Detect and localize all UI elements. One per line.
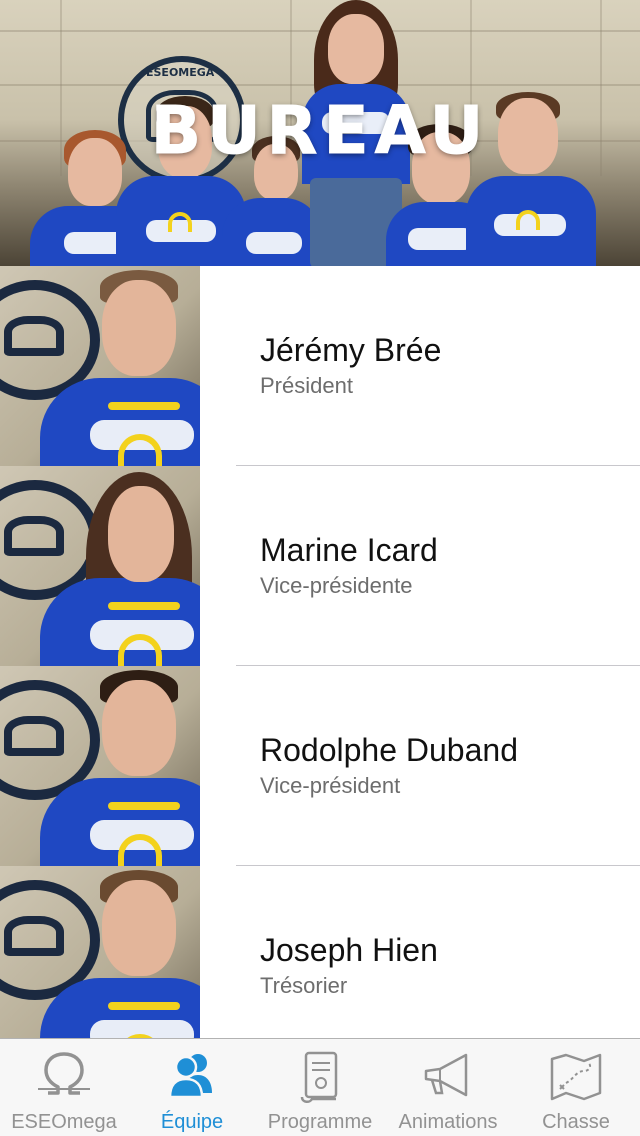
page-title: BUREAU	[150, 92, 490, 170]
member-photo	[0, 466, 200, 666]
tab-label: Programme	[267, 1111, 373, 1133]
member-name: Rodolphe Duband	[260, 732, 518, 768]
megaphone-icon	[424, 1053, 468, 1097]
tab-eseomega[interactable]: ESEOmega	[0, 1039, 128, 1136]
member-name: Joseph Hien	[260, 932, 438, 968]
tab-chasse[interactable]: Chasse	[512, 1039, 640, 1136]
member-photo	[0, 866, 200, 1038]
list-item-member[interactable]: Joseph Hien Trésorier	[0, 866, 640, 1038]
member-list[interactable]: Jérémy Brée Président Marine Icard Vice-…	[0, 266, 640, 1038]
member-role: Vice-président	[260, 773, 401, 798]
omega-icon	[38, 1052, 90, 1095]
team-banner: ESEOMEGA BUREAU	[0, 0, 640, 266]
member-role: Vice-présidente	[260, 573, 413, 598]
member-name: Marine Icard	[260, 532, 438, 568]
tab-bar: ESEOmega Équipe Programme Animations Cha…	[0, 1038, 640, 1136]
member-name: Jérémy Brée	[260, 332, 442, 368]
tab-equipe[interactable]: Équipe	[128, 1039, 256, 1136]
tab-animations[interactable]: Animations	[384, 1039, 512, 1136]
member-role: Président	[260, 373, 353, 398]
tab-label: Animations	[398, 1111, 498, 1133]
member-role: Trésorier	[260, 973, 348, 998]
team-icon	[168, 1054, 212, 1099]
tab-label: Chasse	[542, 1111, 610, 1133]
member-photo	[0, 666, 200, 866]
tab-label: Équipe	[160, 1111, 224, 1133]
member-photo	[0, 266, 200, 466]
treasure-map-icon	[550, 1053, 602, 1101]
banner-graffiti-text: ESEOMEGA	[146, 66, 215, 79]
tab-programme[interactable]: Programme	[256, 1039, 384, 1136]
tab-label: ESEOmega	[11, 1111, 117, 1133]
scroll-icon	[300, 1051, 338, 1103]
list-item-member[interactable]: Jérémy Brée Président	[0, 266, 640, 466]
list-item-member[interactable]: Rodolphe Duband Vice-président	[0, 666, 640, 866]
list-item-member[interactable]: Marine Icard Vice-présidente	[0, 466, 640, 666]
